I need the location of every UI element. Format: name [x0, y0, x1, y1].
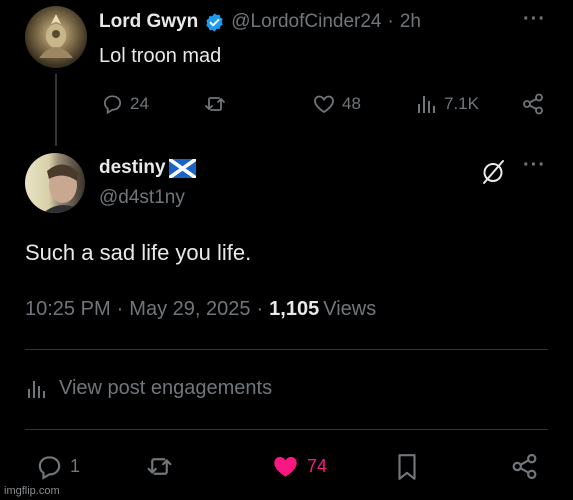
analytics-icon [27, 378, 49, 400]
reply-to-display-name[interactable]: Lord Gwyn [99, 11, 198, 33]
reply-icon [101, 92, 124, 115]
reply-to-share-action[interactable] [521, 92, 545, 116]
post-reply-action[interactable]: 1 [35, 452, 80, 481]
reply-to-views-count: 7.1K [444, 94, 479, 113]
post-views-label: Views [323, 298, 377, 320]
thread-connector-line [55, 74, 57, 146]
reply-to-text: Lol troon mad [99, 45, 222, 67]
share-icon [521, 92, 545, 116]
post-meta-separator-2: · [256, 298, 264, 320]
post-views-count: 1,105 [269, 298, 320, 320]
reply-icon [35, 452, 64, 481]
reply-to-repost-action[interactable] [203, 92, 227, 116]
views-icon [416, 92, 438, 116]
post-repost-action[interactable] [145, 452, 174, 481]
bookmark-icon [394, 452, 420, 482]
scotland-flag-icon [168, 158, 196, 178]
post-reply-count: 1 [70, 456, 81, 476]
divider-top [25, 349, 548, 350]
knight-emblem-icon [39, 14, 73, 58]
view-post-engagements-label: View post engagements [59, 377, 273, 399]
grok-icon[interactable] [479, 158, 507, 186]
share-icon [510, 452, 539, 481]
reply-to-handle[interactable]: @LordofCinder24 [231, 11, 381, 33]
post-like-action[interactable]: 74 [270, 452, 327, 481]
reply-to-avatar[interactable] [25, 6, 87, 68]
post-author-name-row: destiny [99, 157, 196, 179]
post-text: Such a sad life you life. [25, 240, 252, 265]
post-date[interactable]: May 29, 2025 [129, 298, 250, 321]
imgflip-watermark: imgflip.com [4, 485, 60, 497]
post-more-button[interactable]: ··· [523, 154, 546, 177]
reply-to-time[interactable]: 2h [400, 11, 421, 33]
heart-outline-icon [312, 92, 336, 116]
reply-to-reply-count: 24 [130, 93, 149, 113]
divider-bottom [25, 429, 548, 430]
post-author-handle[interactable]: @d4st1ny [99, 187, 185, 209]
post-share-action[interactable] [510, 452, 539, 481]
reply-to-reply-action[interactable]: 24 [101, 92, 149, 115]
post-author-avatar[interactable] [25, 153, 85, 213]
verified-badge-icon [204, 12, 225, 33]
reply-to-more-button[interactable]: ··· [523, 8, 546, 31]
post-meta-separator: · [116, 298, 124, 320]
reply-to-separator: · [387, 11, 394, 32]
reply-to-like-action[interactable]: 48 [312, 92, 361, 116]
repost-icon [145, 452, 174, 481]
post-author-display-name[interactable]: destiny [99, 157, 166, 179]
reply-to-like-count: 48 [342, 94, 361, 113]
reply-to-header: Lord Gwyn @LordofCinder24 · 2h [99, 11, 421, 33]
repost-icon [203, 92, 227, 116]
post-timestamp[interactable]: 10:25 PM [25, 298, 111, 321]
post-meta: 10:25 PM · May 29, 2025 · 1,105 Views [25, 298, 376, 321]
person-photo-icon [43, 164, 85, 213]
post-bookmark-action[interactable] [394, 452, 420, 482]
post-like-count: 74 [307, 456, 328, 476]
heart-filled-icon [270, 452, 301, 481]
view-post-engagements-button[interactable]: View post engagements [27, 377, 272, 400]
reply-to-views-action[interactable]: 7.1K [416, 92, 479, 116]
